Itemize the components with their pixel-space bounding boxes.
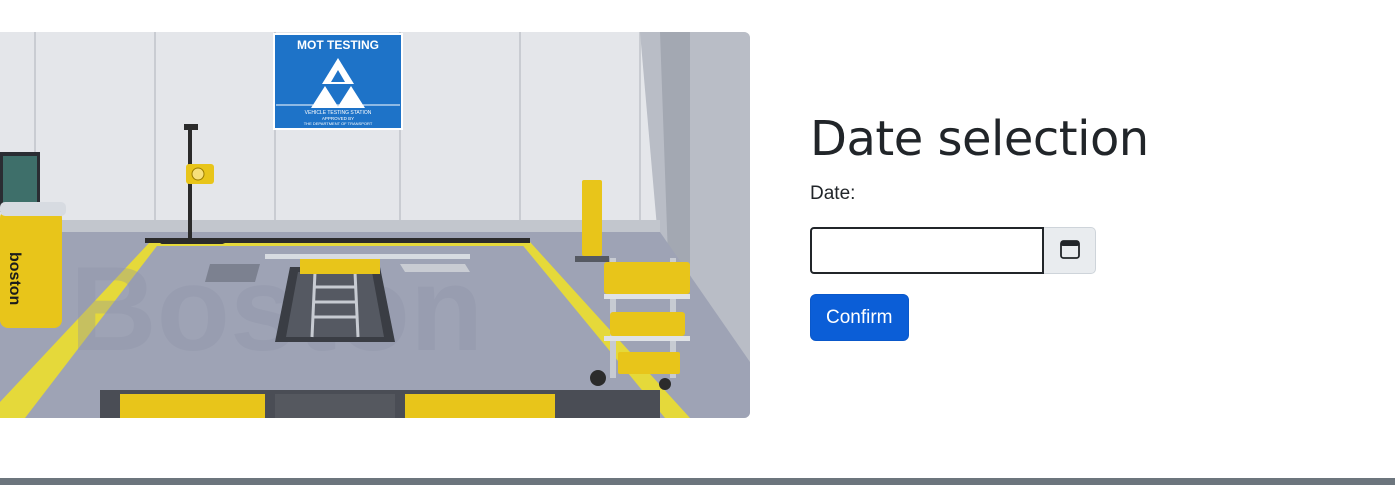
hero-image: Boston MOT TESTING VEHICLE TESTING STATI… [0, 32, 750, 418]
date-label: Date: [810, 183, 856, 204]
brand-text: boston [6, 252, 23, 305]
sign-line-3: THE DEPARTMENT OF TRANSPORT [304, 121, 373, 126]
date-input[interactable] [810, 227, 1044, 274]
watermark-text: Boston [70, 242, 483, 376]
sign-title: MOT TESTING [297, 38, 379, 52]
calendar-icon [1059, 238, 1081, 263]
footer-bar [0, 478, 1395, 485]
page-title: Date selection [810, 111, 1149, 167]
confirm-button[interactable]: Confirm [810, 294, 909, 341]
calendar-button[interactable] [1044, 227, 1096, 274]
date-input-group [810, 227, 1096, 274]
date-selection-form: Date selection Date: Confirm [810, 110, 1370, 341]
